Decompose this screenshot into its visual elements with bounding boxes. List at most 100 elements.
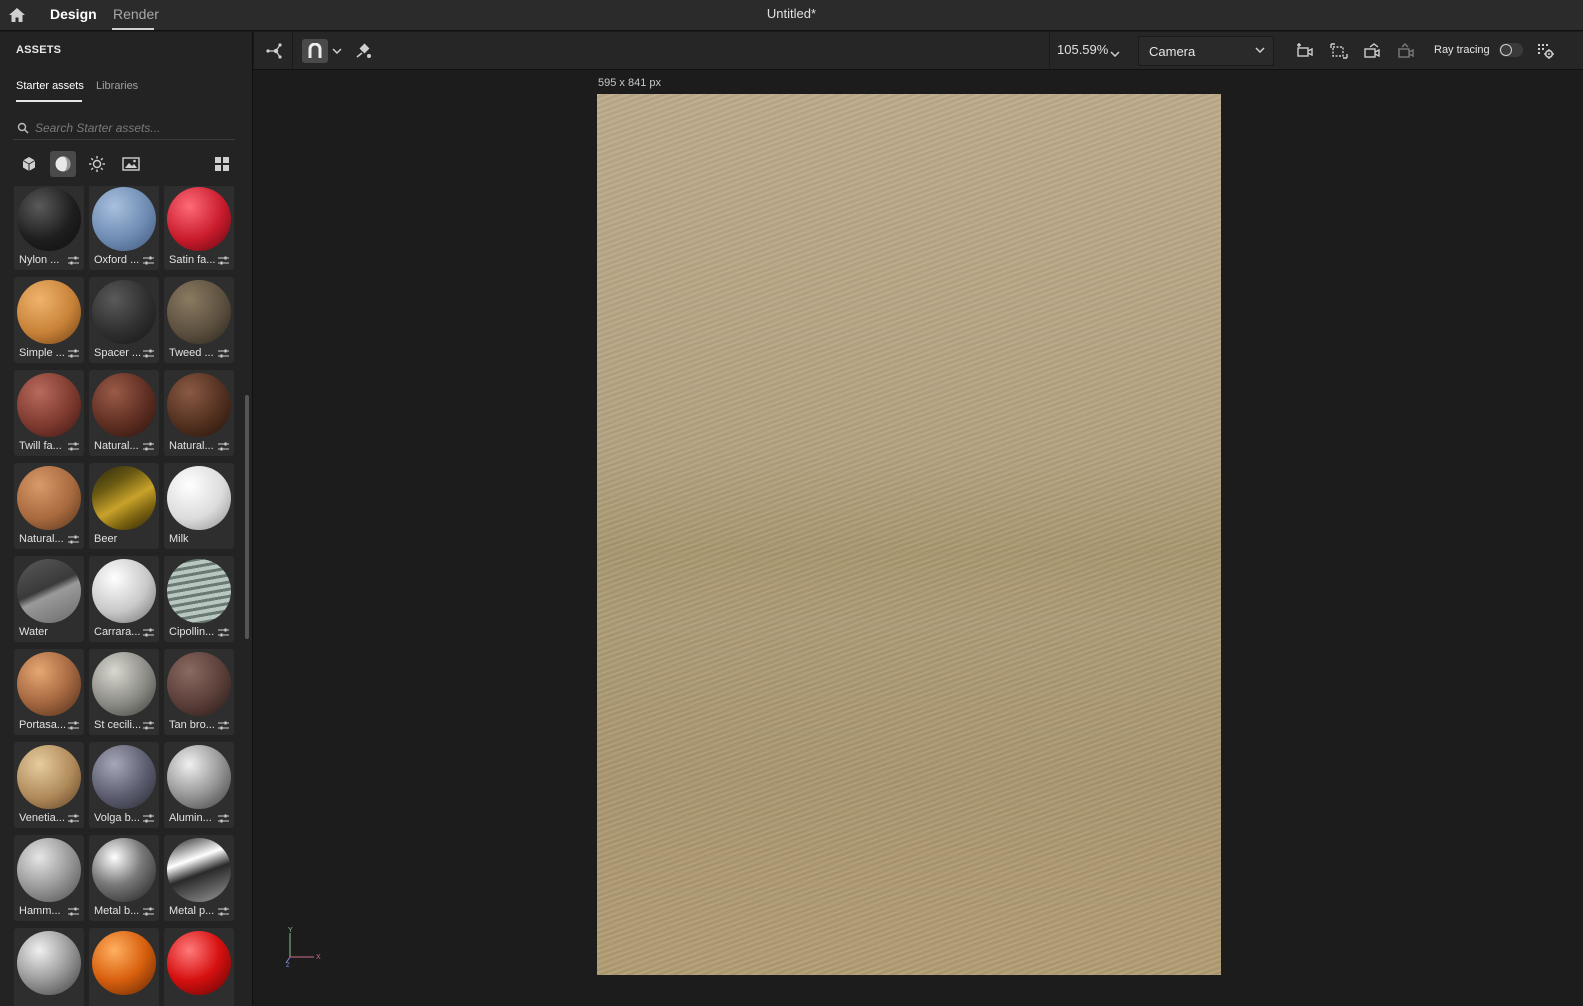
material-tile[interactable]: Spacer ... — [89, 277, 159, 363]
material-label: Alumin... — [169, 812, 212, 824]
ray-tracing-label: Ray tracing — [1434, 44, 1490, 56]
fit-camera-icon[interactable] — [1327, 39, 1351, 63]
material-label: Cipollin... — [169, 626, 215, 638]
adjust-icon[interactable] — [218, 720, 229, 731]
material-tile[interactable] — [164, 928, 234, 1006]
material-preview — [92, 280, 156, 344]
tab-libraries[interactable]: Libraries — [96, 80, 138, 92]
material-preview — [17, 187, 81, 251]
material-label: Oxford ... — [94, 254, 140, 266]
adjust-icon[interactable] — [68, 534, 79, 545]
adjust-icon[interactable] — [143, 906, 154, 917]
adjust-icon[interactable] — [143, 813, 154, 824]
material-preview — [92, 745, 156, 809]
model-icon[interactable] — [16, 151, 42, 177]
adjust-icon[interactable] — [218, 906, 229, 917]
light-icon[interactable] — [84, 151, 110, 177]
material-tile[interactable] — [14, 928, 84, 1006]
material-label: Milk — [169, 533, 189, 545]
zoom-level[interactable]: 105.59% — [1057, 42, 1108, 57]
adjust-icon[interactable] — [68, 441, 79, 452]
material-tile[interactable]: Simple ... — [14, 277, 84, 363]
artboard[interactable] — [597, 94, 1221, 975]
material-tile[interactable]: Carrara... — [89, 556, 159, 642]
image-icon[interactable] — [118, 151, 144, 177]
adjust-icon[interactable] — [143, 255, 154, 266]
material-tile[interactable]: Water — [14, 556, 84, 642]
active-subtab-indicator — [16, 100, 82, 102]
adjust-icon[interactable] — [218, 255, 229, 266]
panel-title: ASSETS — [16, 44, 62, 56]
material-tile[interactable]: Nylon ... — [14, 186, 84, 270]
adjust-icon[interactable] — [68, 348, 79, 359]
adjust-icon[interactable] — [143, 627, 154, 638]
material-label: Beer — [94, 533, 118, 545]
adjust-icon[interactable] — [68, 720, 79, 731]
export-camera-icon[interactable] — [1360, 39, 1384, 63]
scene-graph-icon[interactable] — [262, 39, 286, 63]
material-tile[interactable]: Cipollin... — [164, 556, 234, 642]
adjust-icon[interactable] — [218, 813, 229, 824]
magnet-icon[interactable] — [302, 39, 328, 63]
tab-starter-assets[interactable]: Starter assets — [16, 80, 84, 92]
toolbar-divider — [292, 32, 293, 70]
adjust-icon[interactable] — [143, 720, 154, 731]
material-tile[interactable]: Natural... — [164, 370, 234, 456]
ray-tracing-toggle[interactable] — [1499, 43, 1523, 57]
material-tile[interactable]: Volga b... — [89, 742, 159, 828]
material-icon[interactable] — [50, 151, 76, 177]
material-preview — [167, 373, 231, 437]
material-tile[interactable]: St cecili... — [89, 649, 159, 735]
material-preview — [17, 280, 81, 344]
drop-to-ground-icon[interactable] — [352, 39, 376, 63]
material-tile[interactable] — [89, 928, 159, 1006]
material-tile[interactable]: Metal p... — [164, 835, 234, 921]
render-settings-icon[interactable] — [1534, 39, 1558, 63]
material-tile[interactable]: Twill fa... — [14, 370, 84, 456]
adjust-icon[interactable] — [68, 255, 79, 266]
asset-type-filters — [16, 151, 238, 177]
material-preview — [92, 931, 156, 995]
adjust-icon[interactable] — [143, 348, 154, 359]
material-tile[interactable]: Beer — [89, 463, 159, 549]
material-preview — [92, 559, 156, 623]
adjust-icon[interactable] — [68, 906, 79, 917]
grid-view-icon[interactable] — [209, 151, 235, 177]
axis-x-label: X — [316, 954, 321, 961]
material-tile[interactable]: Tan bro... — [164, 649, 234, 735]
scrollbar[interactable] — [245, 395, 249, 639]
add-camera-icon[interactable] — [1293, 39, 1317, 63]
material-tile[interactable]: Natural... — [14, 463, 84, 549]
material-tile[interactable]: Hamm... — [14, 835, 84, 921]
chevron-down-icon[interactable] — [1110, 44, 1120, 62]
adjust-icon[interactable] — [218, 441, 229, 452]
camera-options-icon[interactable] — [1394, 39, 1418, 63]
material-label: Venetia... — [19, 812, 65, 824]
material-preview — [167, 652, 231, 716]
material-preview — [17, 838, 81, 902]
material-preview — [92, 652, 156, 716]
axis-y-label: Y — [288, 927, 293, 934]
adjust-icon[interactable] — [68, 813, 79, 824]
material-tile[interactable]: Oxford ... — [89, 186, 159, 270]
material-tile[interactable]: Portasa... — [14, 649, 84, 735]
material-tile[interactable]: Tweed ... — [164, 277, 234, 363]
material-preview — [17, 931, 81, 995]
camera-select-value: Camera — [1149, 44, 1196, 59]
material-tile[interactable]: Natural... — [89, 370, 159, 456]
camera-select[interactable]: Camera — [1138, 36, 1274, 66]
adjust-icon[interactable] — [218, 348, 229, 359]
material-tile[interactable]: Metal b... — [89, 835, 159, 921]
chevron-down-icon[interactable] — [330, 39, 344, 63]
adjust-icon[interactable] — [143, 441, 154, 452]
material-preview — [17, 466, 81, 530]
material-label: Portasa... — [19, 719, 67, 731]
document-title: Untitled* — [766, 6, 817, 21]
material-tile[interactable]: Satin fa... — [164, 186, 234, 270]
material-tile[interactable]: Alumin... — [164, 742, 234, 828]
material-tile[interactable]: Venetia... — [14, 742, 84, 828]
search-input[interactable] — [35, 120, 225, 135]
canvas-viewport[interactable]: 595 x 841 px Y X Z — [254, 71, 1583, 1006]
material-tile[interactable]: Milk — [164, 463, 234, 549]
adjust-icon[interactable] — [218, 627, 229, 638]
